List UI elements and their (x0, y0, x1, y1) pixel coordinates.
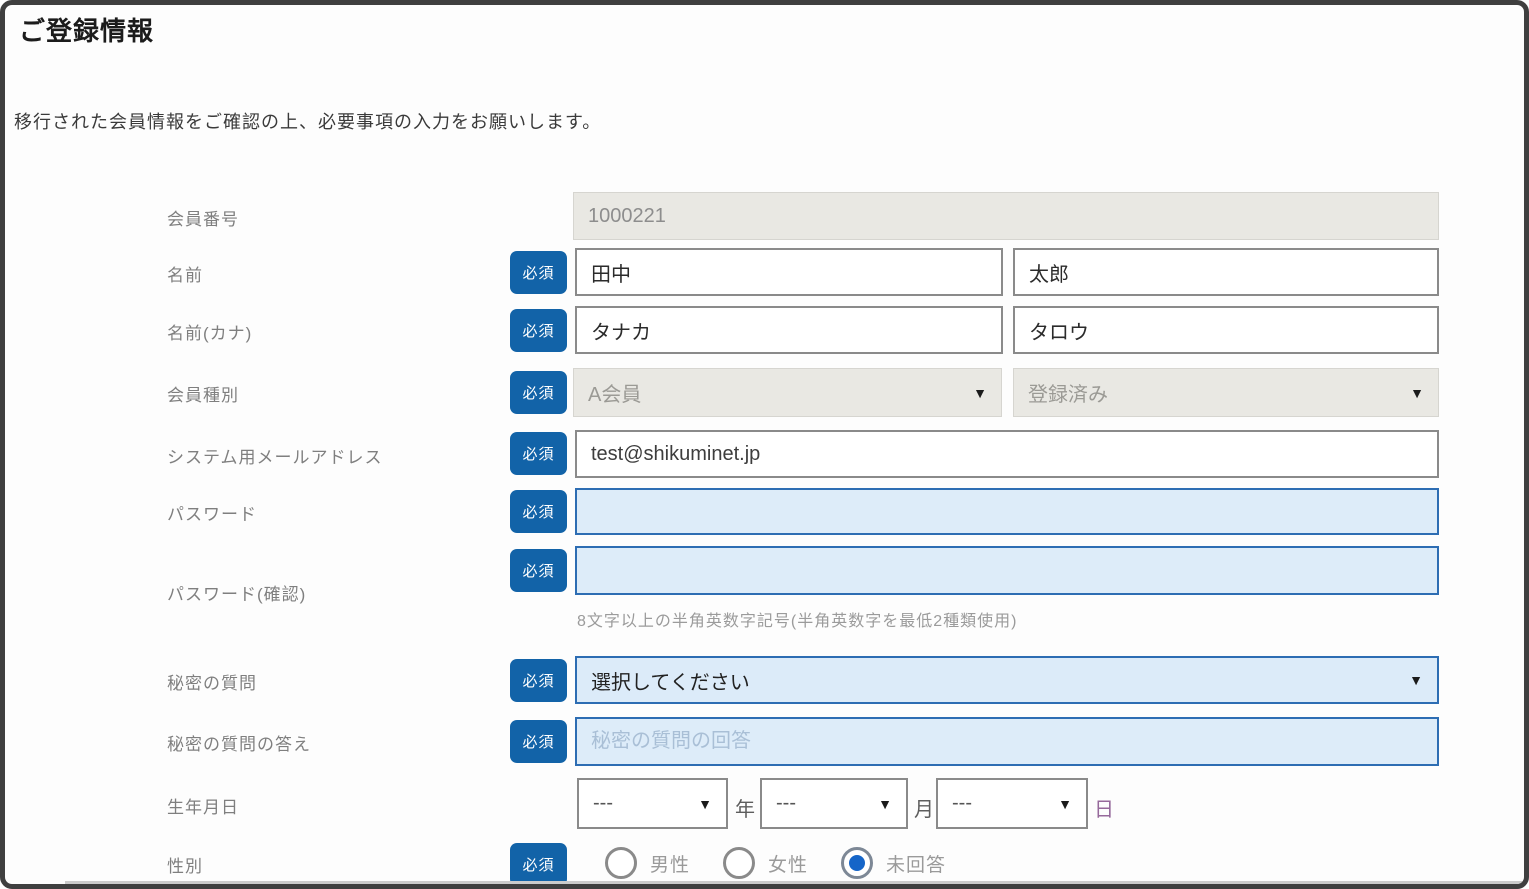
birth-month-value: --- (776, 792, 796, 815)
birth-month-select[interactable]: --- ▼ (760, 778, 908, 829)
chevron-down-icon: ▼ (698, 797, 712, 811)
radio-circle-icon (723, 847, 755, 879)
gender-option-label: 女性 (768, 850, 808, 877)
password-label: パスワード (167, 500, 257, 525)
required-badge: 必須 (510, 843, 567, 886)
first-name-field[interactable] (1013, 248, 1439, 296)
chevron-down-icon: ▼ (973, 386, 987, 400)
password-field[interactable] (575, 488, 1439, 535)
month-suffix-label: 月 (914, 793, 934, 822)
email-label: システム用メールアドレス (167, 443, 383, 468)
secret-question-select[interactable]: 選択してください ▼ (575, 656, 1439, 704)
required-badge: 必須 (510, 549, 567, 592)
member-status-select: 登録済み ▼ (1013, 368, 1439, 417)
secret-answer-field[interactable] (575, 717, 1439, 766)
kana-label: 名前(カナ) (167, 319, 252, 344)
next-section-divider (65, 881, 1522, 889)
chevron-down-icon: ▼ (878, 797, 892, 811)
member-no-label: 会員番号 (167, 205, 239, 230)
birth-year-value: --- (593, 792, 613, 815)
day-suffix-label: 日 (1094, 793, 1114, 822)
required-badge: 必須 (510, 309, 567, 352)
last-kana-field[interactable] (575, 306, 1003, 354)
required-badge: 必須 (510, 251, 567, 294)
chevron-down-icon: ▼ (1409, 673, 1423, 687)
birth-year-select[interactable]: --- ▼ (577, 778, 728, 829)
member-status-value: 登録済み (1028, 378, 1108, 407)
member-type-label: 会員種別 (167, 381, 239, 406)
chevron-down-icon: ▼ (1058, 797, 1072, 811)
gender-radio-female[interactable]: 女性 (723, 847, 808, 879)
required-badge: 必須 (510, 659, 567, 702)
member-type-select: A会員 ▼ (573, 368, 1002, 417)
registration-page: ご登録情報 移行された会員情報をご確認の上、必要事項の入力をお願いします。 会員… (5, 5, 1524, 884)
required-badge: 必須 (510, 490, 567, 533)
last-name-field[interactable] (575, 248, 1003, 296)
gender-radio-male[interactable]: 男性 (605, 847, 690, 879)
secret-answer-label: 秘密の質問の答え (167, 730, 311, 755)
member-type-value: A会員 (588, 378, 641, 407)
radio-circle-icon (841, 847, 873, 879)
gender-label: 性別 (167, 852, 203, 877)
chevron-down-icon: ▼ (1410, 386, 1424, 400)
gender-option-label: 男性 (650, 850, 690, 877)
radio-circle-icon (605, 847, 637, 879)
birth-day-select[interactable]: --- ▼ (936, 778, 1088, 829)
page-subtitle: 移行された会員情報をご確認の上、必要事項の入力をお願いします。 (14, 108, 601, 134)
gender-radio-noanswer[interactable]: 未回答 (841, 847, 946, 879)
required-badge: 必須 (510, 720, 567, 763)
member-no-field (573, 192, 1439, 240)
gender-option-label: 未回答 (886, 850, 946, 877)
required-badge: 必須 (510, 432, 567, 475)
password-confirm-field[interactable] (575, 546, 1439, 595)
first-kana-field[interactable] (1013, 306, 1439, 354)
page-title: ご登録情報 (19, 11, 154, 48)
birth-day-value: --- (952, 792, 972, 815)
password-confirm-label: パスワード(確認) (167, 580, 306, 605)
required-badge: 必須 (510, 371, 567, 414)
birthdate-label: 生年月日 (167, 793, 239, 818)
password-hint: 8文字以上の半角英数字記号(半角英数字を最低2種類使用) (577, 607, 1017, 631)
email-field[interactable] (575, 430, 1439, 478)
name-label: 名前 (167, 261, 203, 286)
screenshot-frame: ご登録情報 移行された会員情報をご確認の上、必要事項の入力をお願いします。 会員… (0, 0, 1529, 889)
secret-question-value: 選択してください (591, 666, 750, 695)
year-suffix-label: 年 (735, 793, 755, 822)
secret-question-label: 秘密の質問 (167, 669, 257, 694)
